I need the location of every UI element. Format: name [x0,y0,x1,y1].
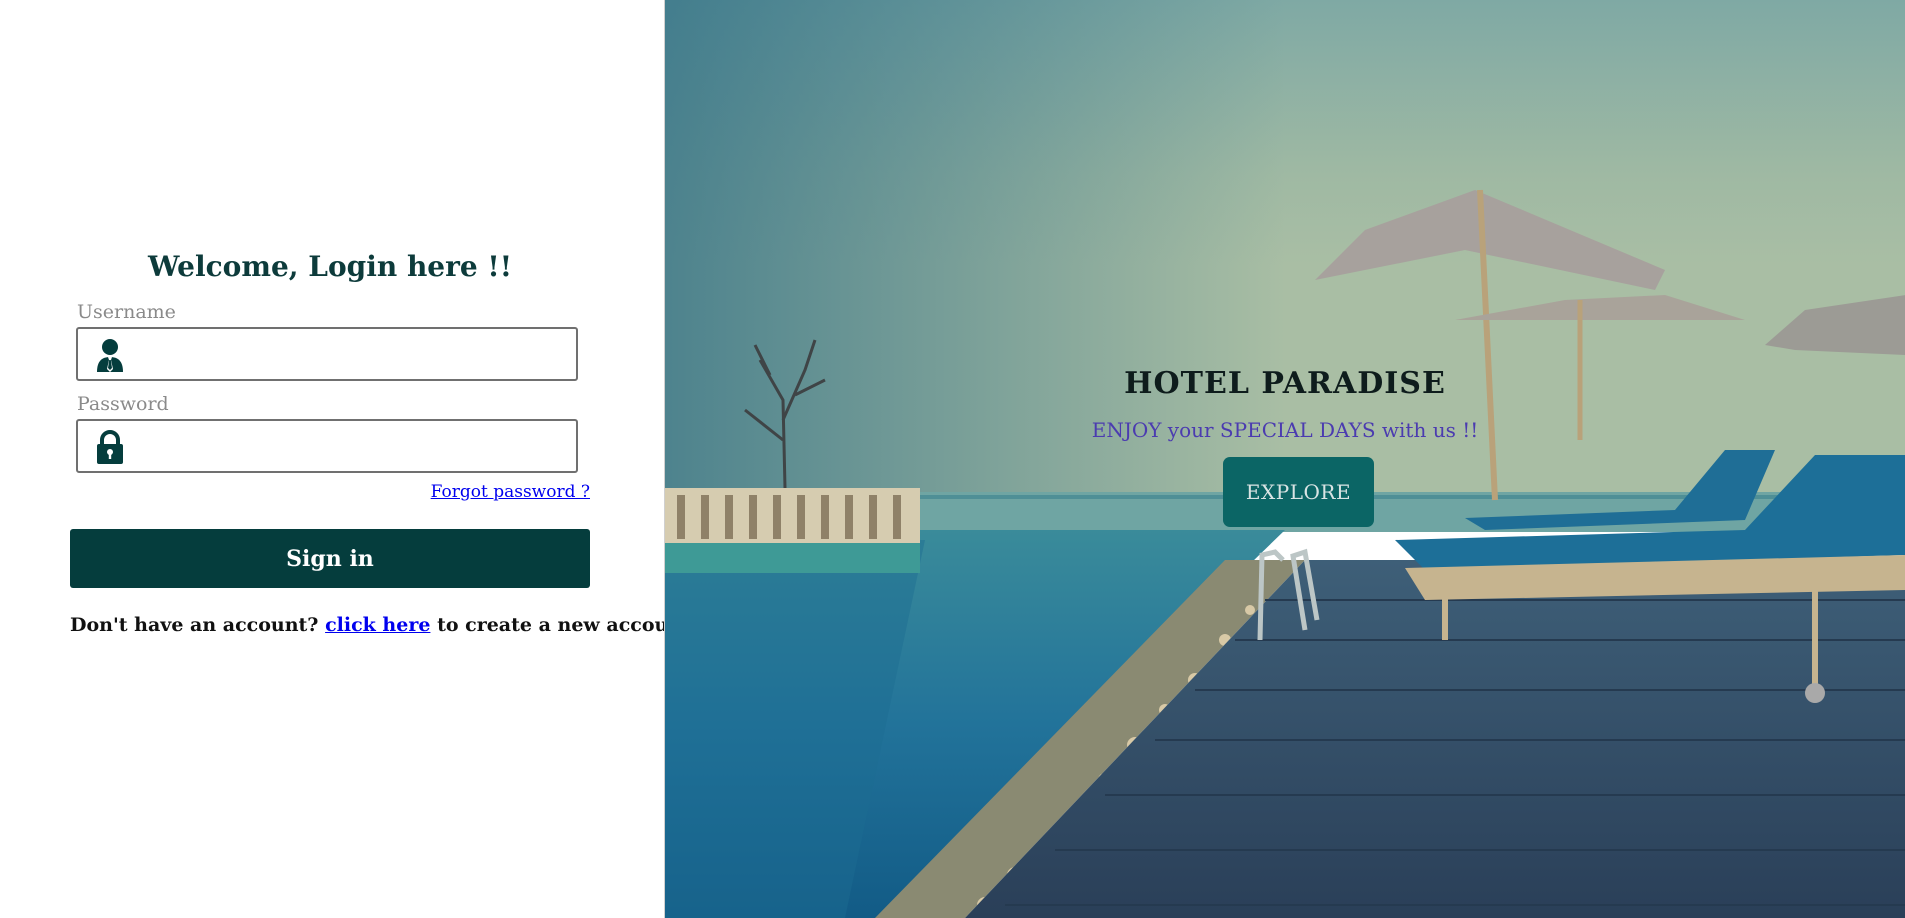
sign-in-button[interactable]: Sign in [70,529,590,588]
hero-banner: HOTEL PARADISE ENJOY your SPECIAL DAYS w… [664,0,1905,918]
login-form: Welcome, Login here !! Username Password… [70,245,698,636]
lock-icon [97,430,123,464]
hero-title: HOTEL PARADISE [1124,366,1446,401]
password-input[interactable] [138,425,572,469]
signup-suffix: to create a new account. [437,614,698,636]
forgot-row: Forgot password ? [70,479,590,505]
signup-prefix: Don't have an account? [70,614,319,636]
password-field-box[interactable] [76,419,578,473]
username-input[interactable] [138,333,572,377]
username-field-box[interactable] [76,327,578,381]
hero-content: HOTEL PARADISE ENJOY your SPECIAL DAYS w… [665,0,1905,918]
user-tie-icon [97,339,123,372]
explore-button[interactable]: EXPLORE [1223,457,1374,527]
forgot-password-link[interactable]: Forgot password ? [431,482,590,502]
hero-subtitle: ENJOY your SPECIAL DAYS with us !! [1091,418,1479,442]
login-title: Welcome, Login here !! [147,250,513,283]
signup-prompt: Don't have an account? click here to cre… [70,614,698,636]
signup-link[interactable]: click here [325,614,430,636]
password-label: Password [77,393,169,415]
login-panel: Welcome, Login here !! Username Password… [0,0,698,918]
username-label: Username [77,301,176,323]
